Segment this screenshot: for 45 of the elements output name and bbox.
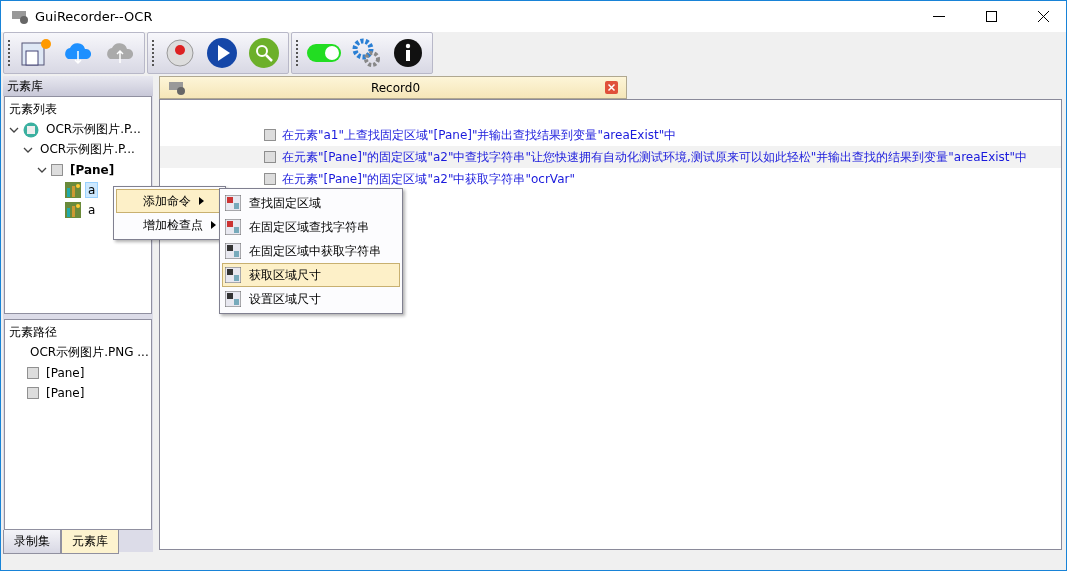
- menu-item[interactable]: 获取区域尺寸: [222, 263, 400, 287]
- menu-item[interactable]: 在固定区域中获取字符串: [222, 239, 400, 263]
- window-title: GuiRecorder--OCR: [35, 9, 154, 24]
- tree-item[interactable]: [Pane]: [67, 161, 118, 178]
- command-icon: [225, 195, 241, 211]
- command-icon: [225, 219, 241, 235]
- pane-icon: [51, 163, 63, 176]
- menu-item[interactable]: 在固定区域查找字符串: [222, 215, 400, 239]
- menu-item[interactable]: 查找固定区域: [222, 191, 400, 215]
- panel-header: 元素库: [3, 76, 153, 96]
- step-text[interactable]: 在元素"a1"上查找固定区域"[Pane]"并输出查找结果到变量"areaExist"中: [282, 126, 677, 144]
- command-icon: [225, 243, 241, 259]
- image-icon: [65, 201, 81, 218]
- tree-item[interactable]: OCR示例图片.P...: [37, 140, 138, 159]
- path-item[interactable]: [Pane]: [43, 384, 88, 401]
- section-title: 元素路径: [9, 324, 58, 341]
- app-icon: [168, 80, 186, 95]
- menu-item[interactable]: 设置区域尺寸: [222, 287, 400, 311]
- path-item[interactable]: OCR示例图片.PNG ...: [27, 343, 152, 362]
- tab[interactable]: 录制集: [3, 530, 61, 554]
- submenu-arrow-icon: [211, 221, 216, 229]
- tree-item[interactable]: a: [85, 201, 99, 218]
- tree-item[interactable]: a: [85, 181, 99, 198]
- tab-title: Record0: [369, 80, 422, 95]
- play-icon[interactable]: [204, 35, 240, 71]
- app-icon: [11, 9, 29, 24]
- menu-item[interactable]: 增加检查点: [116, 213, 223, 237]
- pane-icon: [27, 366, 39, 379]
- command-icon: [225, 291, 241, 307]
- pane-icon: [27, 386, 39, 399]
- tab[interactable]: 元素库: [61, 530, 119, 554]
- expand-chevron-icon[interactable]: [37, 165, 47, 174]
- close-icon[interactable]: [605, 81, 618, 94]
- search-icon[interactable]: [246, 35, 282, 71]
- expand-chevron-icon[interactable]: [9, 125, 19, 134]
- document-tab[interactable]: Record0: [159, 76, 627, 99]
- step-text[interactable]: 在元素"[Pane]"的固定区域"a2"中获取字符串"ocrVar": [282, 170, 575, 188]
- command-icon: [225, 267, 241, 283]
- submenu-arrow-icon: [199, 197, 204, 205]
- path-item[interactable]: [Pane]: [43, 364, 88, 381]
- app-icon: [23, 121, 39, 138]
- section-title: 元素列表: [9, 101, 58, 118]
- image-icon: [65, 181, 81, 198]
- tree-item[interactable]: OCR示例图片.P...: [43, 120, 144, 139]
- expand-chevron-icon[interactable]: [23, 145, 33, 154]
